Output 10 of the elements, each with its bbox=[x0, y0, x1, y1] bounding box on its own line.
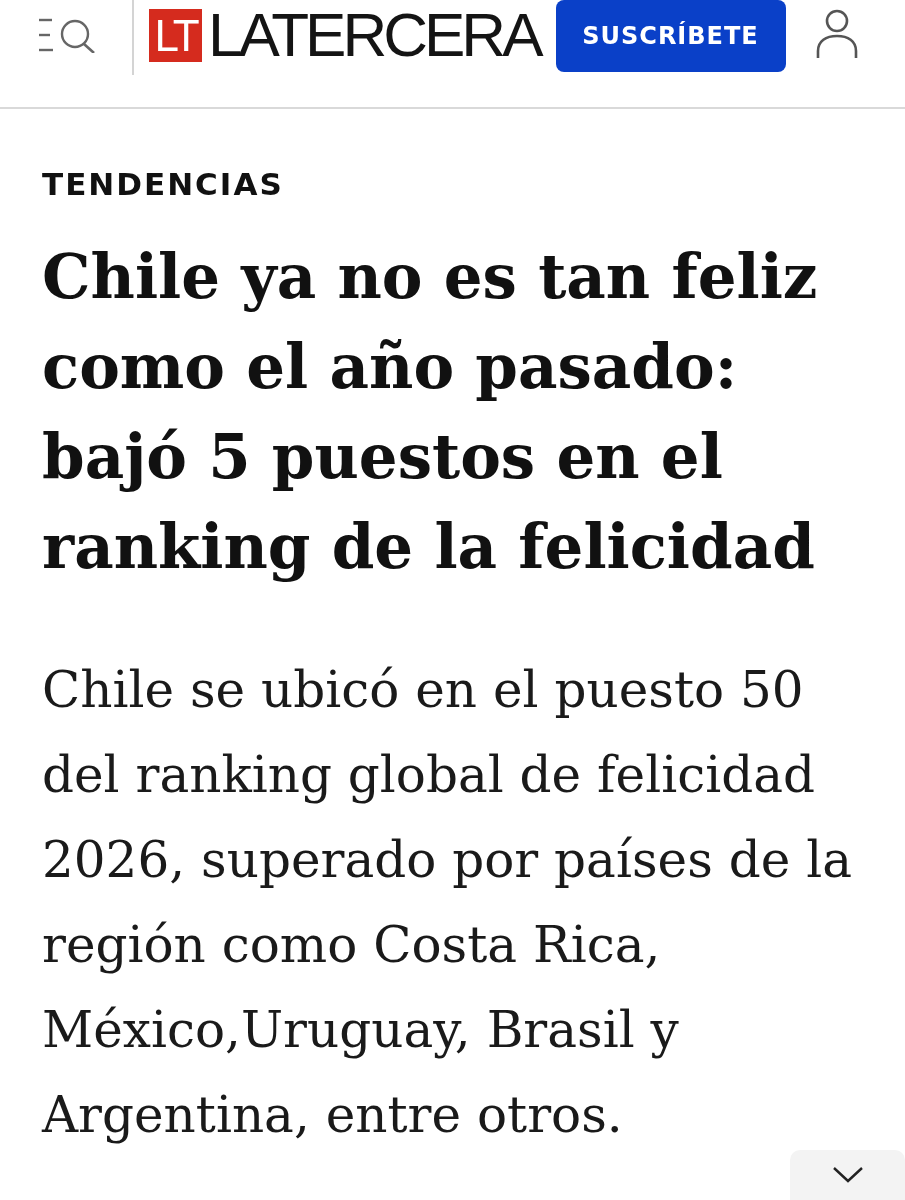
article-headline: Chile ya no es tan feliz como el año pasado: bajó 5 puestos en el ranking de la felicidad bbox=[42, 240, 819, 584]
article-lead: Chile se ubicó en el puesto 50 del ranking global de felicidad 2026, superado por países de la región como Costa Rica, México,Uruguay, Brasil y Argentina, entre otros. bbox=[42, 660, 853, 1146]
chevron-down-icon bbox=[832, 1167, 863, 1183]
site-logo[interactable]: LT LATERCERA bbox=[149, 7, 540, 63]
subscribe-button[interactable]: SUSCRÍBETE bbox=[555, 0, 786, 72]
user-icon bbox=[815, 9, 858, 59]
user-account-button[interactable] bbox=[815, 9, 858, 59]
logo-wordmark: LATERCERA bbox=[208, 7, 540, 63]
section-label: TENDENCIAS bbox=[42, 165, 285, 204]
logo-badge: LT bbox=[149, 8, 202, 62]
